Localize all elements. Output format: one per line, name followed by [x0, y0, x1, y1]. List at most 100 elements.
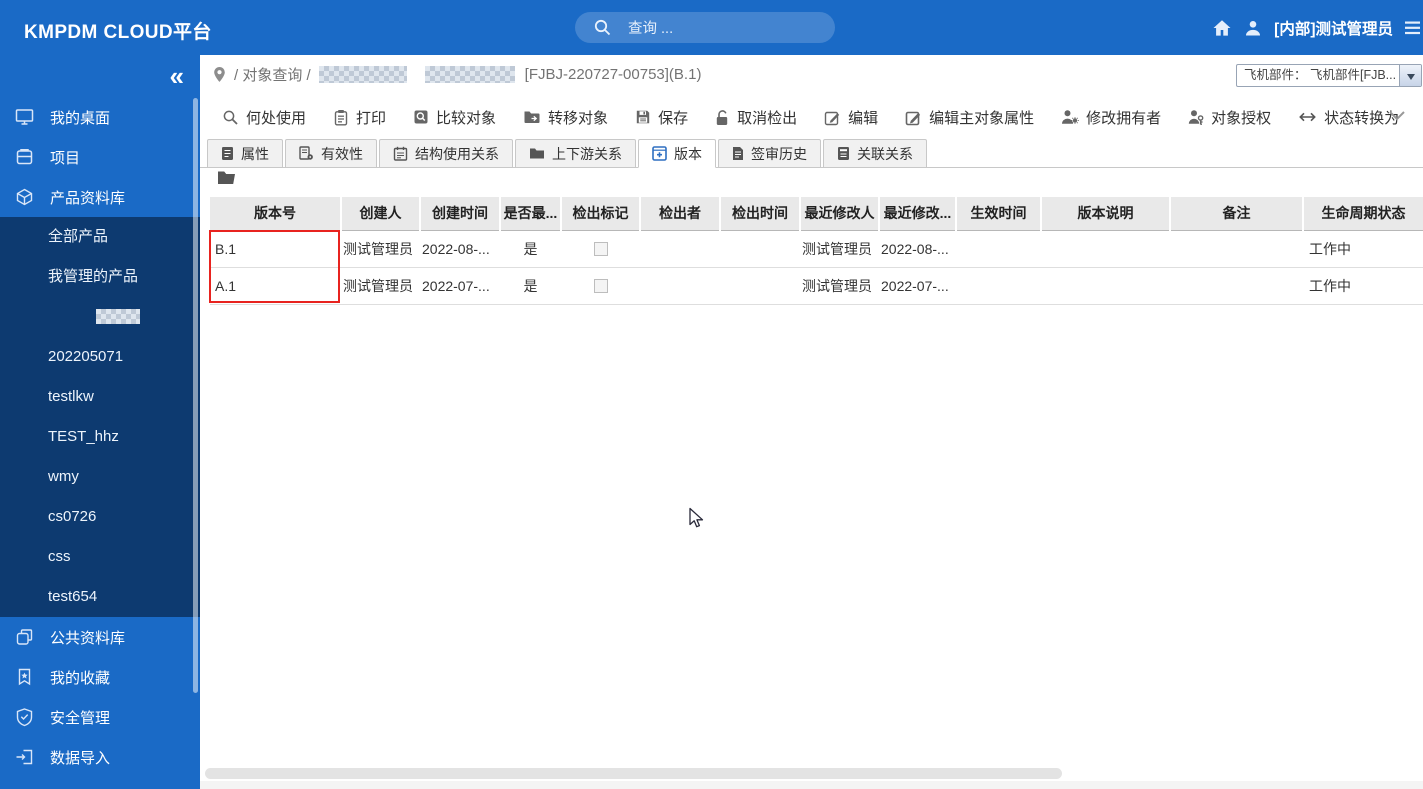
toolbar-change-owner-button[interactable]: 修改拥有者: [1061, 107, 1161, 128]
unlock-icon: [715, 109, 730, 126]
sidebar-item-favorites[interactable]: 我的收藏: [0, 657, 200, 697]
current-user-label[interactable]: [内部]测试管理员: [1274, 17, 1393, 39]
authorize-key-icon: [1188, 109, 1204, 126]
breadcrumb-redacted-1: [318, 66, 407, 83]
change-owner-icon: [1061, 109, 1079, 125]
tab-versions[interactable]: 版本: [638, 139, 716, 168]
favorites-icon: [14, 667, 35, 687]
product-library-submenu: 全部产品 我管理的产品 202205071 testlkw TEST_hhz w…: [0, 217, 200, 617]
toolbar-edit-button[interactable]: 编辑: [824, 107, 878, 128]
col-header-creator[interactable]: 创建人: [341, 197, 421, 231]
redacted-label: [96, 309, 140, 324]
col-header-version[interactable]: 版本号: [210, 197, 342, 231]
col-header-checkout-time[interactable]: 检出时间: [720, 197, 801, 231]
toolbar-edit-master-attrs-button[interactable]: 编辑主对象属性: [905, 107, 1034, 128]
desktop-icon: [14, 107, 35, 127]
sidebar-subitem-test654[interactable]: test654: [0, 577, 200, 617]
cell-checkout-flag: [561, 267, 640, 305]
checkout-checkbox[interactable]: [593, 278, 608, 293]
sidebar-subitem-cs0726[interactable]: cs0726: [0, 497, 200, 537]
col-header-lifecycle[interactable]: 生命周期状态: [1303, 197, 1423, 231]
sidebar-item-security[interactable]: 安全管理: [0, 697, 200, 737]
version-tab-icon: [652, 146, 667, 161]
sidebar-subitem-redacted[interactable]: [0, 297, 200, 337]
global-search-input[interactable]: 查询 ...: [575, 12, 835, 43]
tab-structure-usage[interactable]: 结构使用关系: [379, 139, 513, 168]
col-header-checkout-by[interactable]: 检出者: [640, 197, 721, 231]
sidebar-subitem-test-hhz[interactable]: TEST_hhz: [0, 417, 200, 457]
col-header-modify-time[interactable]: 最近修改...: [879, 197, 957, 231]
cell-remark: [1170, 267, 1303, 305]
sidebar-subitem-testlkw[interactable]: testlkw: [0, 377, 200, 417]
user-icon[interactable]: [1244, 19, 1262, 37]
toolbar-state-transition-button[interactable]: 状态转换为: [1298, 107, 1399, 128]
sidebar-item-label: 我的收藏: [50, 669, 111, 687]
sidebar-subitem-my-managed-products[interactable]: 我管理的产品: [0, 257, 200, 297]
table-row[interactable]: B.1 测试管理员 2022-08-... 是 测试管理员 2022-08-..…: [210, 230, 1423, 268]
sidebar-subitem-all-products[interactable]: 全部产品: [0, 217, 200, 257]
sidebar-item-label: 我的桌面: [50, 109, 111, 127]
action-toolbar: 何处使用 打印 比较对象 转移对象 保存 取消检出 编辑 编辑主对象属性 修改拥…: [200, 96, 1423, 138]
topbar-right: [内部]测试管理员: [1212, 0, 1423, 55]
top-bar: KMPDM CLOUD平台 查询 ... [内部]测试管理员: [0, 0, 1423, 55]
toolbar-save-button[interactable]: 保存: [635, 107, 688, 128]
object-version-selector[interactable]: 飞机部件： 飞机部件[FJB...: [1236, 64, 1422, 87]
cell-lifecycle: 工作中: [1303, 267, 1423, 305]
folder-icon[interactable]: [217, 170, 236, 185]
tab-validity[interactable]: 有效性: [285, 139, 377, 168]
tab-attributes[interactable]: 属性: [207, 139, 283, 168]
sidebar-subitem-202205071[interactable]: 202205071: [0, 337, 200, 377]
edit-icon: [824, 109, 841, 126]
sidebar-subitem-wmy[interactable]: wmy: [0, 457, 200, 497]
sidebar-item-my-desktop[interactable]: 我的桌面: [0, 97, 200, 137]
toolbar-transfer-button[interactable]: 转移对象: [523, 107, 608, 128]
table-row[interactable]: A.1 测试管理员 2022-07-... 是 测试管理员 2022-07-..…: [210, 267, 1423, 305]
print-icon: [333, 109, 349, 126]
toolbar-more-chevron-icon[interactable]: [1387, 110, 1407, 122]
sidebar-item-partial[interactable]: [0, 777, 200, 789]
toolbar-compare-button[interactable]: 比较对象: [413, 107, 496, 128]
selector-dropdown-button[interactable]: [1399, 65, 1421, 86]
cell-effective-time: [956, 267, 1041, 305]
tab-relations[interactable]: 关联关系: [823, 139, 927, 168]
home-icon[interactable]: [1212, 19, 1232, 37]
col-header-checkout-flag[interactable]: 检出标记: [561, 197, 641, 231]
toolbar-authorize-button[interactable]: 对象授权: [1188, 107, 1271, 128]
selector-value: 飞机部件： 飞机部件[FJB...: [1244, 68, 1397, 82]
breadcrumb-redacted-2: [424, 66, 515, 83]
checkout-checkbox[interactable]: [593, 241, 608, 256]
sidebar-item-product-library[interactable]: 产品资料库: [0, 177, 200, 217]
sidebar-collapse-button[interactable]: «: [170, 61, 184, 91]
horizontal-scrollbar[interactable]: [205, 768, 1062, 779]
cell-checkout-time: [720, 267, 800, 305]
col-header-effective-time[interactable]: 生效时间: [956, 197, 1042, 231]
cell-version[interactable]: B.1: [210, 230, 341, 268]
breadcrumb-prefix[interactable]: / 对象查询 /: [234, 64, 311, 85]
cell-version[interactable]: A.1: [210, 267, 341, 305]
tab-upstream-downstream[interactable]: 上下游关系: [515, 139, 636, 168]
col-header-create-time[interactable]: 创建时间: [420, 197, 501, 231]
sidebar-item-projects[interactable]: 项目: [0, 137, 200, 177]
sidebar-subitem-css[interactable]: css: [0, 537, 200, 577]
toolbar-where-used-button[interactable]: 何处使用: [222, 107, 306, 128]
col-header-modifier[interactable]: 最近修改人: [800, 197, 880, 231]
security-shield-icon: [14, 707, 35, 727]
toolbar-cancel-checkout-button[interactable]: 取消检出: [715, 107, 797, 128]
updown-tab-icon: [529, 147, 545, 160]
public-library-icon: [14, 627, 35, 647]
toolbar-print-button[interactable]: 打印: [333, 107, 386, 128]
relation-tab-icon: [837, 146, 850, 161]
col-header-version-desc[interactable]: 版本说明: [1041, 197, 1171, 231]
tab-review-history[interactable]: 签审历史: [718, 139, 821, 168]
sidebar-scrollbar[interactable]: [193, 98, 198, 693]
col-header-remark[interactable]: 备注: [1170, 197, 1304, 231]
save-icon: [635, 109, 651, 125]
sidebar-item-public-library[interactable]: 公共资料库: [0, 617, 200, 657]
menu-hamburger-icon[interactable]: [1405, 21, 1420, 35]
compare-icon: [413, 109, 429, 125]
col-header-is-latest[interactable]: 是否最...: [500, 197, 562, 231]
sidebar-item-label: 产品资料库: [50, 189, 126, 207]
version-table: 版本号 创建人 创建时间 是否最... 检出标记 检出者 检出时间 最近修改人 …: [210, 197, 1423, 305]
sidebar-item-data-import[interactable]: 数据导入: [0, 737, 200, 777]
cell-remark: [1170, 230, 1303, 268]
